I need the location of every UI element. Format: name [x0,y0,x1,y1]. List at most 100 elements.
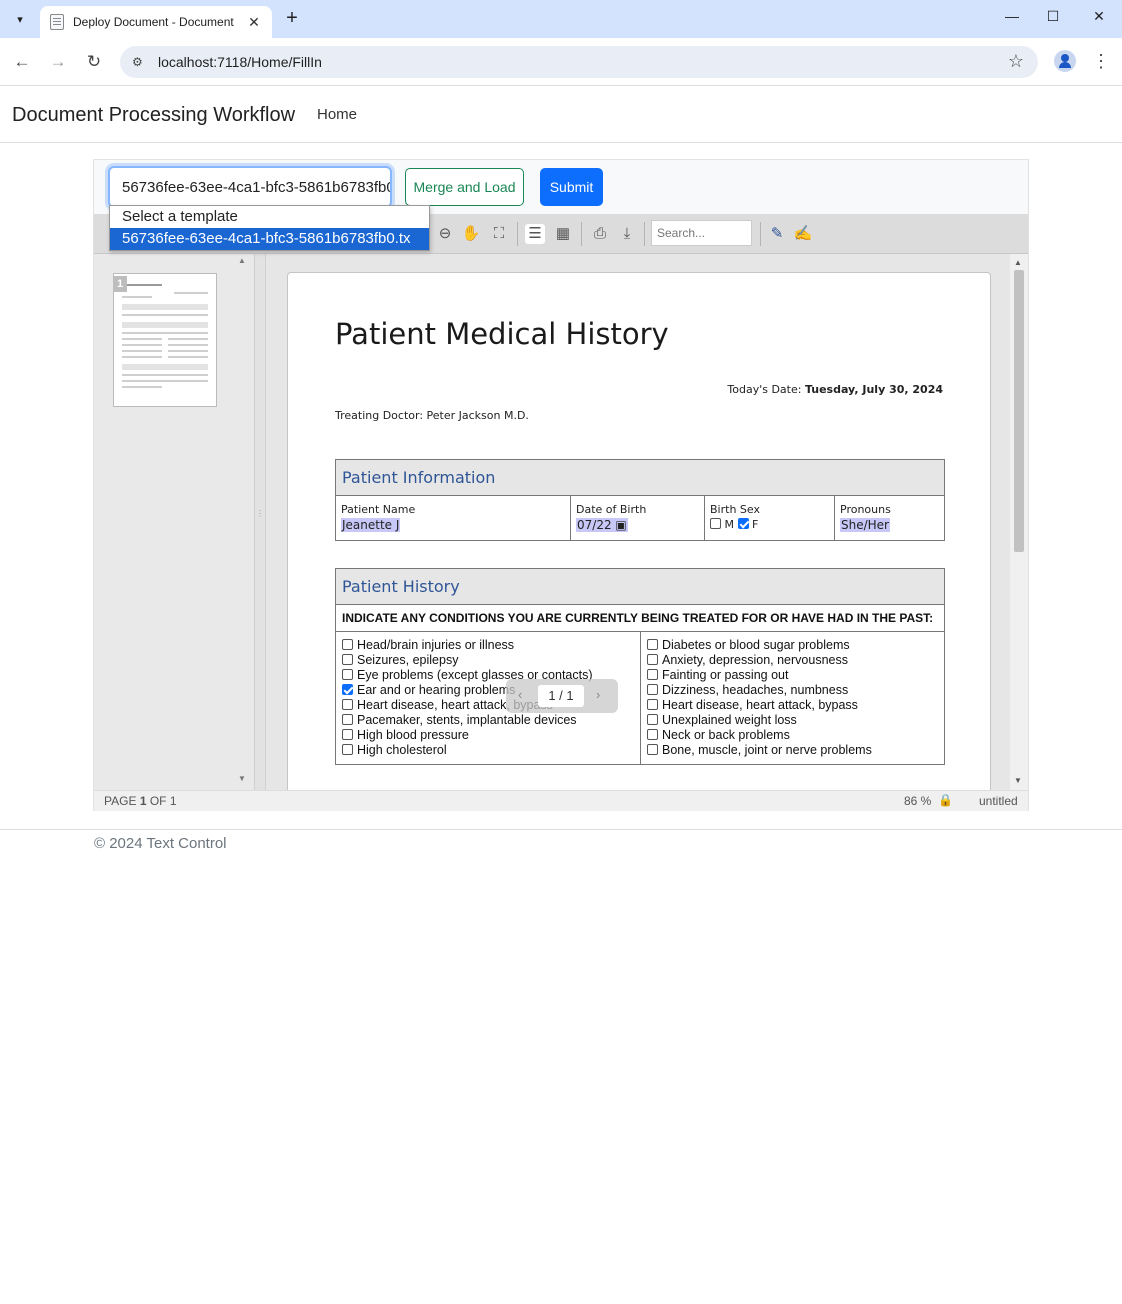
nav-home-link[interactable]: Home [317,106,357,123]
thumb-scroll-down-icon[interactable]: ▼ [238,774,250,1304]
previous-page-icon[interactable]: ‹ [518,687,522,702]
condition-checkbox[interactable] [342,729,353,740]
scroll-down-icon[interactable]: ▼ [1014,776,1022,785]
patient-name-cell: Patient Name Jeanette J [336,496,571,540]
fullscreen-icon[interactable]: ⛶ [489,224,509,244]
condition-label: Anxiety, depression, nervousness [662,653,848,667]
browser-tab[interactable]: Deploy Document - Document ✕ [40,6,272,38]
thumb-scroll-up-icon[interactable]: ▲ [238,256,250,786]
tab-search-button[interactable]: ▾ [8,8,32,30]
forward-icon[interactable]: → [46,50,70,74]
doc-date-value[interactable]: Tuesday, July 30, 2024 [805,383,943,396]
signature-pen-icon[interactable]: ✎ [767,224,787,244]
dob-value[interactable]: 07/22 [577,518,612,532]
condition-label: High blood pressure [357,728,469,742]
condition-checkbox[interactable] [342,654,353,665]
brand-title[interactable]: Document Processing Workflow [12,104,295,127]
template-dropdown-list: Select a template 56736fee-63ee-4ca1-bfc… [109,205,430,251]
download-icon[interactable]: ⤓ [617,224,637,244]
condition-checkbox[interactable] [342,669,353,680]
scrollbar-thumb[interactable] [1014,270,1024,552]
condition-label: Fainting or passing out [662,668,789,682]
scroll-up-icon[interactable]: ▲ [1014,258,1022,267]
minimize-icon[interactable]: — [1002,8,1022,24]
status-bar: PAGE 1 OF 1 86 % 🔒 untitled [94,790,1028,811]
zoom-level[interactable]: 86 % [904,794,931,808]
page-thumbnail[interactable] [113,273,217,407]
condition-label: Neck or back problems [662,728,790,742]
app-navbar: Document Processing Workflow Home [0,86,1122,143]
patient-information-section: Patient Information Patient Name Jeanett… [335,459,945,541]
zoom-out-icon[interactable]: ⊖ [435,224,455,244]
bookmark-star-icon[interactable]: ☆ [1008,51,1024,72]
condition-checkbox[interactable] [647,699,658,710]
page-number-display[interactable]: 1 / 1 [538,685,584,707]
document-search-input[interactable]: Search... [651,220,752,246]
condition-checkbox[interactable] [342,744,353,755]
grid-view-icon[interactable]: ▦ [553,224,573,244]
dob-cell: Date of Birth 07/22 ▣ [571,496,705,540]
document-page: Patient Medical History Today's Date: Tu… [287,272,991,790]
condition-checkbox[interactable] [647,744,658,755]
sex-m-label: M [724,518,735,531]
patient-name-field[interactable]: Jeanette J [341,518,401,532]
sex-f-label: F [752,518,759,531]
calendar-icon[interactable]: ▣ [615,518,626,532]
reload-icon[interactable]: ↻ [82,50,106,74]
site-info-icon[interactable]: ⚙ [132,55,154,69]
condition-label: High cholesterol [357,743,447,757]
condition-label: Bone, muscle, joint or nerve problems [662,743,872,757]
document-scrollbar[interactable]: ▲ ▼ [1010,254,1028,790]
dropdown-option-selected[interactable]: 56736fee-63ee-4ca1-bfc3-5861b6783fb0.tx [110,228,429,250]
address-bar[interactable]: ⚙ localhost:7118/Home/FillIn ☆ [120,46,1038,78]
single-page-view-icon[interactable]: ☰ [525,224,545,244]
profile-avatar-icon[interactable] [1054,50,1076,72]
merge-and-load-button[interactable]: Merge and Load [405,168,524,206]
condition-label: Pacemaker, stents, implantable devices [357,713,577,727]
conditions-right-column: Diabetes or blood sugar problems Anxiety,… [641,632,944,764]
condition-checkbox[interactable] [647,714,658,725]
condition-item: High blood pressure [342,728,634,743]
browser-menu-icon[interactable]: ⋮ [1092,50,1110,74]
thumbnail-panel: 1 ▲ ▼ [94,254,254,790]
pan-hand-icon[interactable]: ✋ [461,224,481,244]
dob-field[interactable]: 07/22 ▣ [576,518,628,532]
page-status-prefix: PAGE [104,794,137,808]
url-text[interactable]: localhost:7118/Home/FillIn [158,54,322,70]
condition-checkbox[interactable] [647,639,658,650]
condition-checkbox[interactable] [342,639,353,650]
panel-splitter[interactable]: ⋮ [254,254,266,790]
condition-checkbox[interactable] [647,684,658,695]
thumbnail-page-number: 1 [113,276,127,292]
footer-copyright: © 2024 Text Control [94,835,227,852]
browser-tab-strip: ▾ Deploy Document - Document ✕ + — ☐ ✕ [0,0,1122,38]
back-icon[interactable]: ← [10,50,34,74]
page-status-total: OF 1 [149,794,177,808]
window-close-icon[interactable]: ✕ [1089,8,1109,25]
condition-checkbox[interactable] [647,669,658,680]
page-status-current: 1 [139,794,147,808]
form-edit-icon[interactable]: ✍ [793,224,813,244]
new-tab-button[interactable]: + [282,8,302,30]
template-select[interactable]: 56736fee-63ee-4ca1-bfc3-5861b6783fb0.tx [108,166,392,208]
next-page-icon[interactable]: › [596,687,600,702]
print-icon[interactable]: ⎙ [590,224,610,244]
condition-checkbox[interactable] [342,714,353,725]
condition-checkbox[interactable] [647,654,658,665]
dropdown-option[interactable]: Select a template [110,206,429,228]
lock-icon: 🔒 [938,793,953,807]
condition-checkbox[interactable] [342,684,353,695]
sex-f-checkbox[interactable] [737,518,749,529]
condition-item: Diabetes or blood sugar problems [647,638,938,653]
close-tab-icon[interactable]: ✕ [246,14,262,31]
condition-item: Heart disease, heart attack, bypass [647,698,938,713]
doc-date-label: Today's Date: [727,383,802,396]
pronouns-label: Pronouns [840,503,891,516]
page-status: PAGE 1 OF 1 [104,794,177,808]
submit-button[interactable]: Submit [540,168,603,206]
maximize-icon[interactable]: ☐ [1043,8,1063,25]
sex-m-checkbox[interactable] [710,518,721,529]
pronouns-field[interactable]: She/Her [840,518,890,532]
condition-checkbox[interactable] [342,699,353,710]
condition-checkbox[interactable] [647,729,658,740]
